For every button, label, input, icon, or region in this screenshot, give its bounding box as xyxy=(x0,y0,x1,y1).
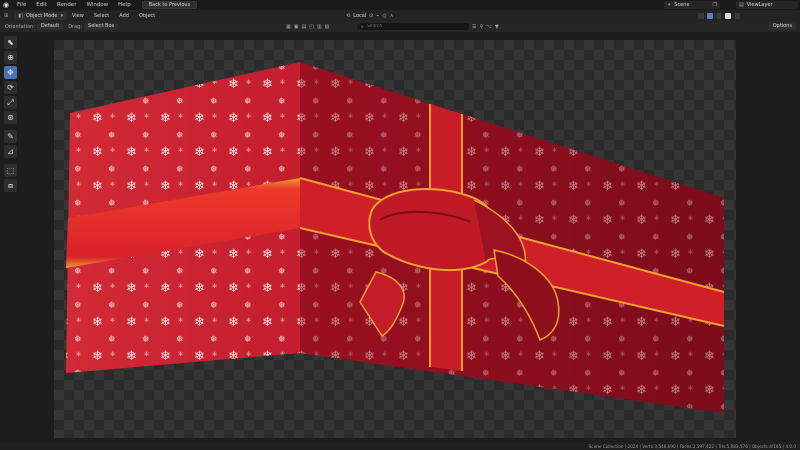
scale-tool-icon[interactable]: ⤢ xyxy=(4,96,17,109)
viewport-header: ⊞ ◧ Object Mode ▾ View Select Add Object xyxy=(0,10,800,21)
add-cube-tool-icon[interactable]: ⬚ xyxy=(4,164,17,177)
rendered-shading-icon[interactable] xyxy=(725,12,731,19)
rotate-tool-icon[interactable]: ⟳ xyxy=(4,81,17,94)
menu-help[interactable]: Help xyxy=(113,0,136,10)
material-shading-icon[interactable] xyxy=(716,12,722,19)
transform-tool-icon[interactable]: ⊛ xyxy=(4,111,17,124)
cursor-tool-icon[interactable]: ⬉ xyxy=(4,36,17,49)
xray-toggle-icon[interactable] xyxy=(698,12,704,19)
menu-object[interactable]: Object xyxy=(134,13,160,19)
status-text: Scene Collection | 2024 | Verts:3,548,69… xyxy=(588,443,796,449)
menu-edit[interactable]: Edit xyxy=(31,0,52,10)
menu-view[interactable]: View xyxy=(67,13,89,19)
blender-logo-icon[interactable]: ◉ xyxy=(0,0,12,10)
tool-shelf: ⬉ ⊕ ✥ ⟳ ⤢ ⊛ ✎ ⊿ ⬚ ⧈ xyxy=(4,36,18,192)
search-input[interactable] xyxy=(366,23,457,30)
solid-shading-icon[interactable] xyxy=(707,12,713,19)
hierarchy-icon[interactable]: ⌥ xyxy=(486,24,492,30)
funnel-filter-icon[interactable]: ▼ xyxy=(495,24,499,30)
drag-dropdown[interactable]: Select Box xyxy=(84,23,119,30)
view-layer-selector[interactable]: ▤ ViewLayer xyxy=(736,1,798,9)
back-to-previous-button[interactable]: Back to Previous xyxy=(141,1,198,9)
view-layer-name: ViewLayer xyxy=(746,2,773,8)
scene-name: Scene xyxy=(674,2,690,8)
mode-selector[interactable]: ◧ Object Mode ▾ xyxy=(14,11,67,20)
menu-add[interactable]: Add xyxy=(114,13,134,19)
measure-tool-icon[interactable]: ⊿ xyxy=(4,145,17,158)
extrude-tool-icon[interactable]: ⧈ xyxy=(4,179,17,192)
chevron-down-icon: ▾ xyxy=(60,12,63,19)
move-tool-icon[interactable]: ✥ xyxy=(4,66,17,79)
orientation-icon: ⟲ xyxy=(346,12,351,19)
object-mode-icon: ◧ xyxy=(18,12,23,19)
search-icon: ⌕ xyxy=(361,23,364,30)
back-to-previous-label: Back to Previous xyxy=(148,2,191,8)
orientation-label: Orientation: xyxy=(5,23,35,30)
menu-select[interactable]: Select xyxy=(89,13,114,19)
gift-render-image: ❄ ❅ ✻ xyxy=(66,62,725,413)
menu-file[interactable]: File xyxy=(12,0,31,10)
transform-orientation-group: ⟲ Local ⊙ ⌁ ◎ ∧ xyxy=(346,12,393,19)
mode-label: Object Mode xyxy=(25,12,58,19)
drag-label: Drag: xyxy=(68,23,83,30)
scene-selector[interactable]: ✦ Scene ❐ xyxy=(664,1,720,9)
view-layer-icon: ▤ xyxy=(739,2,744,8)
scene-icon: ✦ xyxy=(667,2,672,8)
menu-window[interactable]: Window xyxy=(81,0,113,10)
shading-toggles xyxy=(698,12,740,19)
filter-icon-5[interactable]: ▥ xyxy=(317,24,322,30)
pin-icon[interactable]: ⚲ xyxy=(479,24,483,30)
list-view-icon[interactable]: ☰ xyxy=(472,24,476,30)
options-label: Options xyxy=(772,23,792,29)
shading-options-icon[interactable] xyxy=(734,12,740,19)
filter-icon-2[interactable]: ▣ xyxy=(294,24,299,30)
filter-icon-6[interactable]: ▧ xyxy=(325,24,330,30)
outliner-filter-group: ☰ ⚲ ⌥ ▼ xyxy=(472,23,499,30)
filter-icon-1[interactable]: ▦ xyxy=(286,24,291,30)
status-bar: Scene Collection | 2024 | Verts:3,548,69… xyxy=(0,442,800,450)
transform-space-label[interactable]: Local xyxy=(353,13,366,19)
filter-icon-4[interactable]: ◰ xyxy=(309,24,314,30)
proportional-edit-icon[interactable]: ◎ xyxy=(382,13,386,19)
annotate-tool-icon[interactable]: ✎ xyxy=(4,130,17,143)
orientation-dropdown[interactable]: Default xyxy=(36,23,64,30)
falloff-icon[interactable]: ∧ xyxy=(390,13,394,19)
select-tool-icon[interactable]: ⊕ xyxy=(4,51,17,64)
options-button[interactable]: Options xyxy=(768,23,796,30)
scene-copy-icon[interactable]: ❐ xyxy=(713,2,717,8)
filter-toggles: ▦ ▣ ▤ ◰ ▥ ▧ xyxy=(286,23,329,30)
snap-icon[interactable]: ⌁ xyxy=(376,13,379,19)
filter-icon-3[interactable]: ▤ xyxy=(301,24,306,30)
menu-render[interactable]: Render xyxy=(52,0,82,10)
editor-type-icon[interactable]: ⊞ xyxy=(4,13,8,19)
search-field[interactable]: ⌕ xyxy=(357,23,469,30)
pivot-icon[interactable]: ⊙ xyxy=(369,13,373,19)
